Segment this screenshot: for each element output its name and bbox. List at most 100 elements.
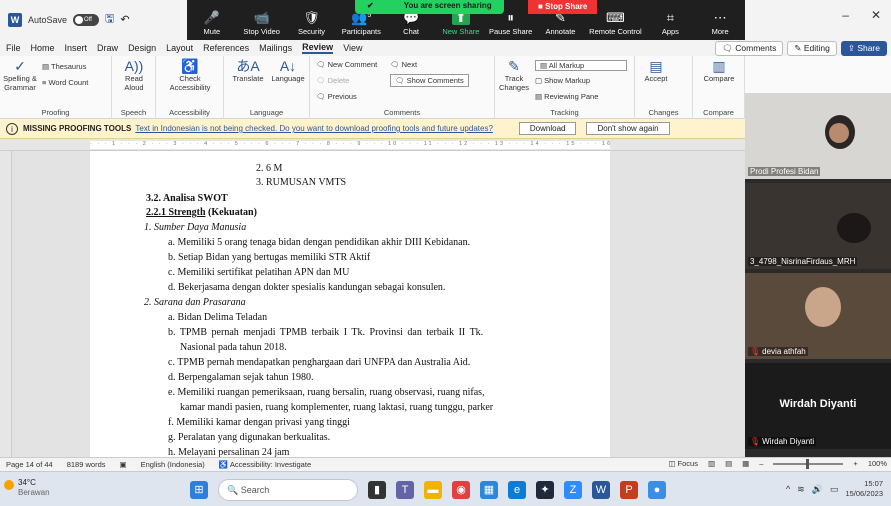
doc-list-item: e. Memiliki ruangan pemeriksaan, ruang b… — [168, 387, 485, 398]
accept-button[interactable]: ▤ Accept — [639, 58, 673, 83]
zoom-in-icon[interactable]: + — [853, 459, 857, 468]
volume-icon[interactable]: 🔊 — [812, 484, 823, 495]
delete-comment-label: Delete — [327, 76, 350, 85]
word-app-icon[interactable]: W — [592, 481, 610, 499]
spelling-button[interactable]: ✓ Spelling & Grammar — [2, 58, 38, 92]
translate-button[interactable]: あA Translate — [228, 58, 268, 83]
zoom-out-icon[interactable]: – — [759, 459, 763, 468]
doc-list-item: h. Melayani persalinan 24 jam — [168, 447, 290, 457]
zoom-new-share-button[interactable]: ⬆ New Share — [436, 11, 486, 37]
start-icon[interactable]: ⊞ — [190, 481, 208, 499]
undo-icon[interactable]: ↶ — [120, 13, 129, 26]
focus-button[interactable]: ◫ Focus — [668, 459, 698, 468]
markup-dropdown[interactable]: ▤ All Markup — [535, 60, 627, 71]
app-icon[interactable]: ✦ — [536, 481, 554, 499]
read-mode-icon[interactable]: ▥ — [708, 459, 715, 468]
autosave-toggle[interactable]: Off — [73, 13, 100, 26]
zoom-app-icon[interactable]: Z — [564, 481, 582, 499]
track-changes-button[interactable]: ✎ Track Changes — [497, 58, 531, 92]
compare-group: ▥ Compare Compare — [693, 56, 745, 119]
tab-draw[interactable]: Draw — [97, 43, 118, 53]
store-icon[interactable]: ▦ — [480, 481, 498, 499]
taskbar-search[interactable]: 🔍 Search — [218, 479, 358, 501]
close-icon[interactable]: ✕ — [871, 8, 881, 22]
participant-tile[interactable]: 🎙 devia athfah — [745, 273, 891, 359]
new-comment-button[interactable]: 🗨 New Comment — [316, 60, 377, 69]
delete-comment-button[interactable]: 🗨 Delete — [316, 76, 349, 85]
dont-show-again-button[interactable]: Don't show again — [586, 122, 670, 135]
save-icon[interactable]: 🖫 — [105, 10, 114, 29]
battery-icon[interactable]: ▭ — [830, 484, 839, 495]
comments-button[interactable]: 🗨 Comments — [715, 41, 784, 56]
reviewing-pane-button[interactable]: ▤ Reviewing Pane — [535, 92, 598, 101]
participant-tile[interactable]: Wirdah Diyanti 🎙 Wirdah Diyanti — [745, 363, 891, 449]
next-comment-label: Next — [401, 60, 418, 69]
download-button[interactable]: Download — [518, 122, 577, 135]
zoom-chat-label: Chat — [403, 27, 419, 36]
chrome-icon[interactable]: ◉ — [452, 481, 470, 499]
weather-widget[interactable]: 34°C Berawan — [4, 478, 50, 498]
vertical-ruler[interactable] — [0, 151, 12, 457]
message-link[interactable]: Text in Indonesian is not being checked.… — [135, 124, 493, 133]
web-layout-icon[interactable]: ▦ — [742, 459, 749, 468]
editing-mode-button[interactable]: ✎ Editing — [787, 41, 837, 56]
compare-label: Compare — [703, 74, 735, 83]
tab-insert[interactable]: Insert — [65, 43, 88, 53]
zoom-slider[interactable] — [773, 458, 844, 469]
zoom-security-button[interactable]: 🛡 Security — [287, 11, 337, 37]
zoom-meeting-icon[interactable]: ● — [648, 481, 666, 499]
file-explorer-icon[interactable]: ▬ — [424, 481, 442, 499]
zoom-pause-share-button[interactable]: ⏸ Pause Share — [486, 11, 536, 37]
accessibility-status[interactable]: ♿ Accessibility: Investigate — [219, 460, 311, 469]
tab-mailings[interactable]: Mailings — [259, 43, 292, 53]
tab-layout[interactable]: Layout — [166, 43, 193, 53]
stop-share-button[interactable]: ■ Stop Share — [528, 0, 598, 14]
zoom-remote-control-button[interactable]: ⌨ Remote Control — [585, 11, 645, 37]
thesaurus-button[interactable]: ▤ Thesaurus — [42, 62, 86, 71]
powerpoint-app-icon[interactable]: P — [620, 481, 638, 499]
teams-icon[interactable]: T — [396, 481, 414, 499]
document-page[interactable]: 2. 6 M 3. RUMUSAN VMTS 3.2. Analisa SWOT… — [90, 151, 610, 457]
tab-design[interactable]: Design — [128, 43, 156, 53]
proofing-status-icon[interactable]: ▣ — [120, 460, 127, 469]
language-button[interactable]: A↓ Language — [268, 58, 308, 83]
edge-icon[interactable]: e — [508, 481, 526, 499]
tab-references[interactable]: References — [203, 43, 249, 53]
task-view-icon[interactable]: ▮ — [368, 481, 386, 499]
zoom-annotate-button[interactable]: ✎ Annotate — [536, 11, 586, 37]
tab-view[interactable]: View — [343, 43, 362, 53]
read-aloud-button[interactable]: A)) Read Aloud — [116, 58, 152, 92]
participant-tile[interactable]: 3_4798_NisrinaFirdaus_MRH — [745, 183, 891, 269]
minimize-icon[interactable]: – — [842, 8, 849, 22]
previous-comment-button[interactable]: 🗨 Previous — [316, 92, 357, 101]
participant-tile[interactable]: Prodi Profesi Bidan — [745, 93, 891, 179]
chevron-up-icon[interactable]: ^ — [786, 484, 790, 494]
zoom-mute-button[interactable]: 🎤 Mute — [187, 11, 237, 37]
tab-file[interactable]: File — [6, 43, 21, 53]
show-comments-button[interactable]: 🗨 Show Comments — [390, 74, 469, 87]
horizontal-ruler[interactable]: · · · 1 · · · 2 · · · 3 · · · 4 · · · 5 … — [0, 139, 745, 151]
check-accessibility-button[interactable]: ♿ Check Accessibility — [160, 58, 220, 92]
compare-button[interactable]: ▥ Compare — [697, 58, 741, 83]
doc-subheading: 2.2.1 Strength (Kekuatan) — [146, 207, 257, 218]
tab-review[interactable]: Review — [302, 42, 334, 54]
zoom-level[interactable]: 100% — [868, 459, 887, 468]
zoom-stop-video-button[interactable]: 📹 Stop Video — [237, 11, 287, 37]
print-layout-icon[interactable]: ▤ — [725, 459, 732, 468]
tab-home[interactable]: Home — [31, 43, 55, 53]
accessibility-icon: ♿ — [181, 58, 199, 74]
word-count-button[interactable]: ≡ Word Count — [42, 78, 88, 87]
page-count[interactable]: Page 14 of 44 — [6, 460, 53, 469]
zoom-apps-button[interactable]: ⌗ Apps — [645, 11, 695, 37]
word-count[interactable]: 8189 words — [67, 460, 106, 469]
wifi-icon[interactable]: ≋ — [797, 484, 805, 495]
zoom-pause-share-label: Pause Share — [488, 27, 533, 36]
doc-list-item: g. Peralatan yang digunakan berkualitas. — [168, 432, 331, 443]
language-status[interactable]: English (Indonesia) — [141, 460, 205, 469]
clock[interactable]: 15:07 15/06/2023 — [845, 479, 883, 499]
zoom-chat-button[interactable]: 💬 Chat — [386, 11, 436, 37]
next-comment-button[interactable]: 🗨 Next — [390, 60, 417, 69]
zoom-more-button[interactable]: ⋯ More — [695, 11, 745, 37]
show-markup-button[interactable]: ▢ Show Markup — [535, 76, 590, 85]
share-button[interactable]: ⇪ Share — [840, 41, 887, 56]
